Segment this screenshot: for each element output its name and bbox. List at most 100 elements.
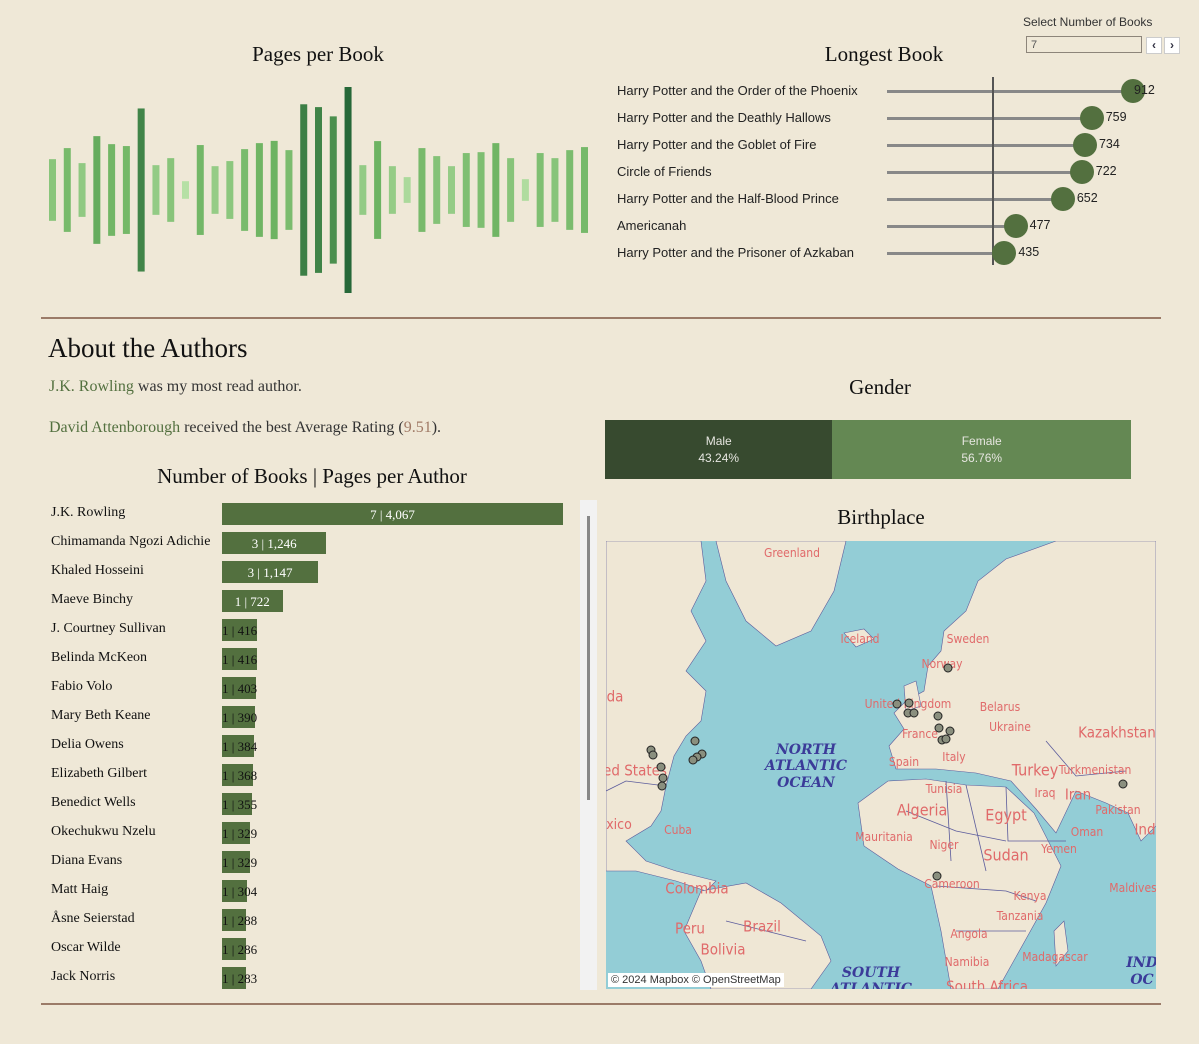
map-ocean-label: NORTH xyxy=(775,742,837,758)
birthplace-marker[interactable] xyxy=(904,698,914,708)
author-name-label: Elizabeth Gilbert xyxy=(51,766,148,781)
birthplace-marker[interactable] xyxy=(932,871,942,881)
book-bar[interactable] xyxy=(521,179,529,201)
lollipop-dot[interactable] xyxy=(992,241,1017,265)
birthplace-marker[interactable] xyxy=(688,755,698,765)
map-country-label: Turkey xyxy=(1011,761,1059,780)
birthplace-marker[interactable] xyxy=(1118,779,1128,789)
map-country-label: Angola xyxy=(950,927,987,941)
book-bar[interactable] xyxy=(167,158,175,222)
birthplace-marker[interactable] xyxy=(941,734,951,744)
pages-per-book-chart xyxy=(49,87,588,293)
book-bar[interactable] xyxy=(536,153,544,227)
map-country-label: Cuba xyxy=(664,823,692,837)
map-country-label: Algeria xyxy=(897,801,948,820)
book-bar[interactable] xyxy=(226,161,234,219)
pages-value-label: 722 xyxy=(1095,164,1117,178)
birthplace-marker[interactable] xyxy=(690,736,700,746)
book-bar[interactable] xyxy=(255,143,263,237)
lollipop-dot[interactable] xyxy=(1072,133,1097,157)
book-bar[interactable] xyxy=(270,140,278,240)
author-value-label: 1 | 286 xyxy=(222,942,258,957)
book-bar[interactable] xyxy=(433,156,441,224)
book-bar[interactable] xyxy=(403,177,411,203)
book-bar[interactable] xyxy=(507,158,515,222)
book-bar[interactable] xyxy=(359,165,367,215)
map-country-label: Kenya xyxy=(1014,889,1047,903)
author-value-label: 1 | 304 xyxy=(222,884,258,899)
gender-percent: 56.76% xyxy=(961,450,1003,465)
chevron-left-icon[interactable]: ‹ xyxy=(1146,37,1162,54)
book-bar[interactable] xyxy=(152,165,160,215)
book-bar[interactable] xyxy=(388,166,396,214)
birthplace-marker[interactable] xyxy=(658,773,668,783)
number-of-books-input[interactable]: 7 xyxy=(1026,36,1142,53)
map-country-label: Iran xyxy=(1065,785,1091,803)
chevron-right-icon[interactable]: › xyxy=(1164,37,1180,54)
pages-value-label: 734 xyxy=(1098,137,1120,151)
book-bar[interactable] xyxy=(477,152,485,228)
book-bar[interactable] xyxy=(418,148,426,232)
book-bar[interactable] xyxy=(566,150,574,230)
book-bar[interactable] xyxy=(78,163,86,217)
book-bar[interactable] xyxy=(329,116,337,264)
scrollbar-thumb[interactable] xyxy=(587,516,590,800)
author-name-label: Fabio Volo xyxy=(51,679,113,694)
book-bar[interactable] xyxy=(344,87,352,293)
birthplace-marker[interactable] xyxy=(892,699,902,709)
book-title-label: Harry Potter and the Deathly Hallows xyxy=(617,110,831,125)
birthplace-marker[interactable] xyxy=(943,663,953,673)
book-bar[interactable] xyxy=(581,147,588,233)
book-bar[interactable] xyxy=(137,108,145,272)
book-bar[interactable] xyxy=(448,166,455,214)
birthplace-marker[interactable] xyxy=(648,750,658,760)
book-bar[interactable] xyxy=(63,148,71,232)
book-bar[interactable] xyxy=(182,181,189,199)
author-name-label: Mary Beth Keane xyxy=(51,708,151,723)
gender-segment-male[interactable]: Male 43.24% xyxy=(605,420,833,479)
birthplace-marker[interactable] xyxy=(933,711,943,721)
book-bar[interactable] xyxy=(196,145,204,235)
authors-scrollbar[interactable] xyxy=(580,500,597,990)
map-country-label: Belarus xyxy=(980,700,1021,714)
birthplace-marker[interactable] xyxy=(909,708,919,718)
birthplace-marker[interactable] xyxy=(657,781,667,791)
lollipop-stem xyxy=(887,117,1092,120)
author-name-label: Chimamanda Ngozi Adichie xyxy=(51,534,211,549)
map-country-label: Tunisia xyxy=(925,782,963,796)
author-value-label: 1 | 416 xyxy=(222,652,258,667)
lollipop-stem xyxy=(887,171,1082,174)
book-bar[interactable] xyxy=(108,144,116,236)
book-bar[interactable] xyxy=(462,153,470,227)
map-attribution[interactable]: © 2024 Mapbox © OpenStreetMap xyxy=(608,973,784,987)
book-bar[interactable] xyxy=(374,141,382,239)
pages-value-label: 435 xyxy=(1018,245,1040,259)
authors-chart-title: Number of Books | Pages per Author xyxy=(157,464,467,488)
book-bar[interactable] xyxy=(300,104,308,276)
book-bar[interactable] xyxy=(315,107,322,273)
lollipop-dot[interactable] xyxy=(1079,106,1104,130)
book-bar[interactable] xyxy=(551,158,559,222)
map-country-label: Tanzania xyxy=(996,909,1044,923)
lollipop-dot[interactable] xyxy=(1050,187,1075,211)
filter-label: Select Number of Books xyxy=(1023,15,1153,29)
lollipop-dot[interactable] xyxy=(1069,160,1094,184)
lollipop-dot[interactable] xyxy=(1003,214,1028,238)
author-value-label: 1 | 403 xyxy=(222,681,258,696)
map-country-label: Iraq xyxy=(1034,786,1055,800)
book-bar[interactable] xyxy=(122,146,130,234)
birthplace-marker[interactable] xyxy=(945,726,955,736)
birthplace-marker[interactable] xyxy=(656,762,666,772)
map-country-label: Niger xyxy=(929,838,959,852)
birthplace-map[interactable]: GreenlandIceland SwedenNorwayUnited Kingd… xyxy=(606,541,1156,989)
book-bar[interactable] xyxy=(241,149,249,231)
author-name-label: Okechukwu Nzelu xyxy=(51,824,156,839)
gender-segment-female[interactable]: Female 56.76% xyxy=(832,420,1131,479)
birthplace-marker[interactable] xyxy=(934,723,944,733)
book-bar[interactable] xyxy=(211,166,219,214)
book-bar[interactable] xyxy=(93,136,101,244)
lollipop-stem xyxy=(887,225,1016,228)
book-bar[interactable] xyxy=(285,150,293,230)
book-bar[interactable] xyxy=(492,143,500,237)
book-bar[interactable] xyxy=(49,159,56,221)
